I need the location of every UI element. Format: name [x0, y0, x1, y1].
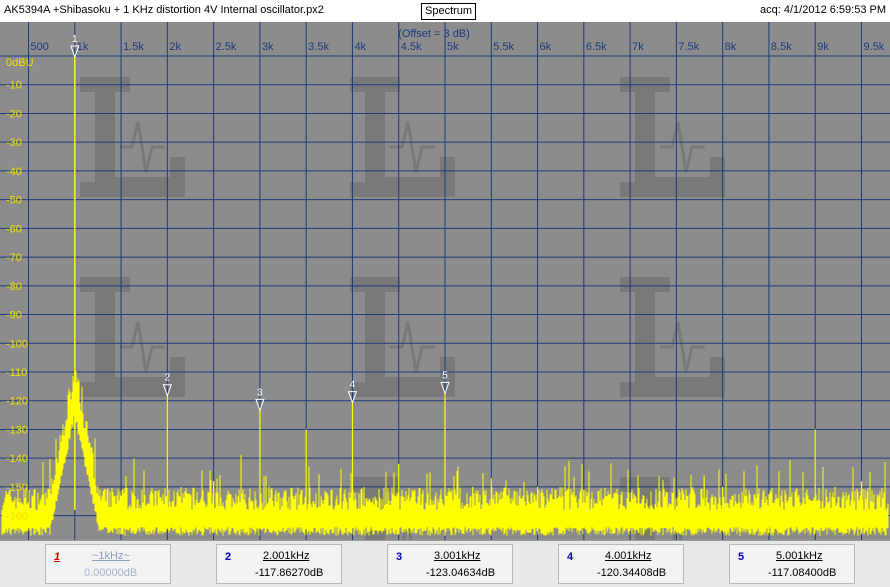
- marker-number-label: 5: [442, 370, 448, 381]
- marker-number: 4: [567, 551, 574, 563]
- marker-number-label: 4: [350, 380, 356, 391]
- marker-readout-2[interactable]: 2 2.001kHz -117.86270dB: [216, 544, 342, 584]
- spectrum-button[interactable]: Spectrum: [421, 3, 477, 20]
- marker-number: 2: [225, 551, 232, 563]
- y-tick-label: -100: [6, 338, 28, 350]
- x-tick-label: 500: [31, 41, 49, 53]
- y-tick-label: -10: [6, 80, 22, 92]
- marker-level: -117.08400dB: [768, 567, 837, 579]
- title-bar: AK5394A +Shibasoku + 1 KHz distortion 4V…: [0, 0, 890, 23]
- marker-number-label: 1: [72, 34, 78, 45]
- spectrum-plot[interactable]: -10 -20 -30 -40 -50 -60 -70 -80 -90 -100 -110 -120 -…: [0, 22, 890, 540]
- y-tick-label: -40: [6, 166, 22, 178]
- marker-readout-3[interactable]: 3 3.001kHz -123.04634dB: [387, 544, 513, 584]
- x-tick-label: 2k: [169, 41, 181, 53]
- acquisition-timestamp: acq: 4/1/2012 6:59:53 PM: [760, 4, 886, 16]
- offset-label: (Offset = 3 dB): [398, 28, 470, 40]
- marker-readout-5[interactable]: 5 5.001kHz -117.08400dB: [729, 544, 855, 584]
- marker-number: 5: [738, 551, 745, 563]
- y-tick-label: -160: [6, 511, 28, 523]
- x-tick-label: 8.5k: [771, 41, 792, 53]
- y-tick-label: -30: [6, 137, 22, 149]
- y-tick-label: -150: [6, 482, 28, 494]
- y-tick-label: -120: [6, 396, 28, 408]
- marker-readout-4[interactable]: 4 4.001kHz -120.34408dB: [558, 544, 684, 584]
- marker-readout-1[interactable]: 1 ~1kHz~ 0.00000dB: [45, 544, 171, 584]
- y-tick-label: -90: [6, 310, 22, 322]
- x-tick-label: 2.5k: [216, 41, 237, 53]
- x-tick-label: 5k: [447, 41, 459, 53]
- x-tick-label: 9k: [817, 41, 829, 53]
- marker-frequency[interactable]: 5.001kHz: [776, 550, 822, 562]
- x-tick-label: 8k: [725, 41, 737, 53]
- marker-readout-bar: 1 ~1kHz~ 0.00000dB 2 2.001kHz -117.86270…: [0, 540, 890, 587]
- x-tick-label: 3k: [262, 41, 274, 53]
- x-tick-label: 6k: [540, 41, 552, 53]
- marker-frequency[interactable]: ~1kHz~: [92, 550, 130, 562]
- marker-level: -117.86270dB: [255, 567, 324, 579]
- y-unit-label: 0dBU: [6, 57, 34, 69]
- x-tick-label: 9.5k: [863, 41, 884, 53]
- y-tick-label: -80: [6, 281, 22, 293]
- marker-frequency[interactable]: 4.001kHz: [605, 550, 651, 562]
- x-tick-label: 3.5k: [308, 41, 329, 53]
- marker-number-label: 3: [257, 387, 263, 398]
- x-tick-label: 5.5k: [493, 41, 514, 53]
- y-tick-label: -140: [6, 453, 28, 465]
- y-tick-label: -70: [6, 252, 22, 264]
- y-tick-label: -50: [6, 195, 22, 207]
- marker-level: -120.34408dB: [597, 567, 667, 579]
- y-tick-label: -130: [6, 424, 28, 436]
- x-tick-label: 7k: [632, 41, 644, 53]
- marker-frequency[interactable]: 2.001kHz: [263, 550, 309, 562]
- x-tick-label: 6.5k: [586, 41, 607, 53]
- x-tick-label: 1.5k: [123, 41, 144, 53]
- window-title: AK5394A +Shibasoku + 1 KHz distortion 4V…: [4, 4, 324, 16]
- x-tick-label: 4k: [354, 41, 366, 53]
- marker-number: 3: [396, 551, 403, 563]
- marker-number: 1: [54, 551, 61, 563]
- y-tick-label: -20: [6, 108, 22, 120]
- x-tick-label: 7.5k: [678, 41, 699, 53]
- marker-frequency[interactable]: 3.001kHz: [434, 550, 480, 562]
- x-tick-label: 4.5k: [401, 41, 422, 53]
- marker-number-label: 2: [165, 373, 171, 384]
- marker-level: -123.04634dB: [426, 567, 496, 579]
- y-tick-label: -110: [6, 367, 27, 379]
- y-tick-label: -60: [6, 223, 22, 235]
- marker-level: 0.00000dB: [84, 567, 138, 579]
